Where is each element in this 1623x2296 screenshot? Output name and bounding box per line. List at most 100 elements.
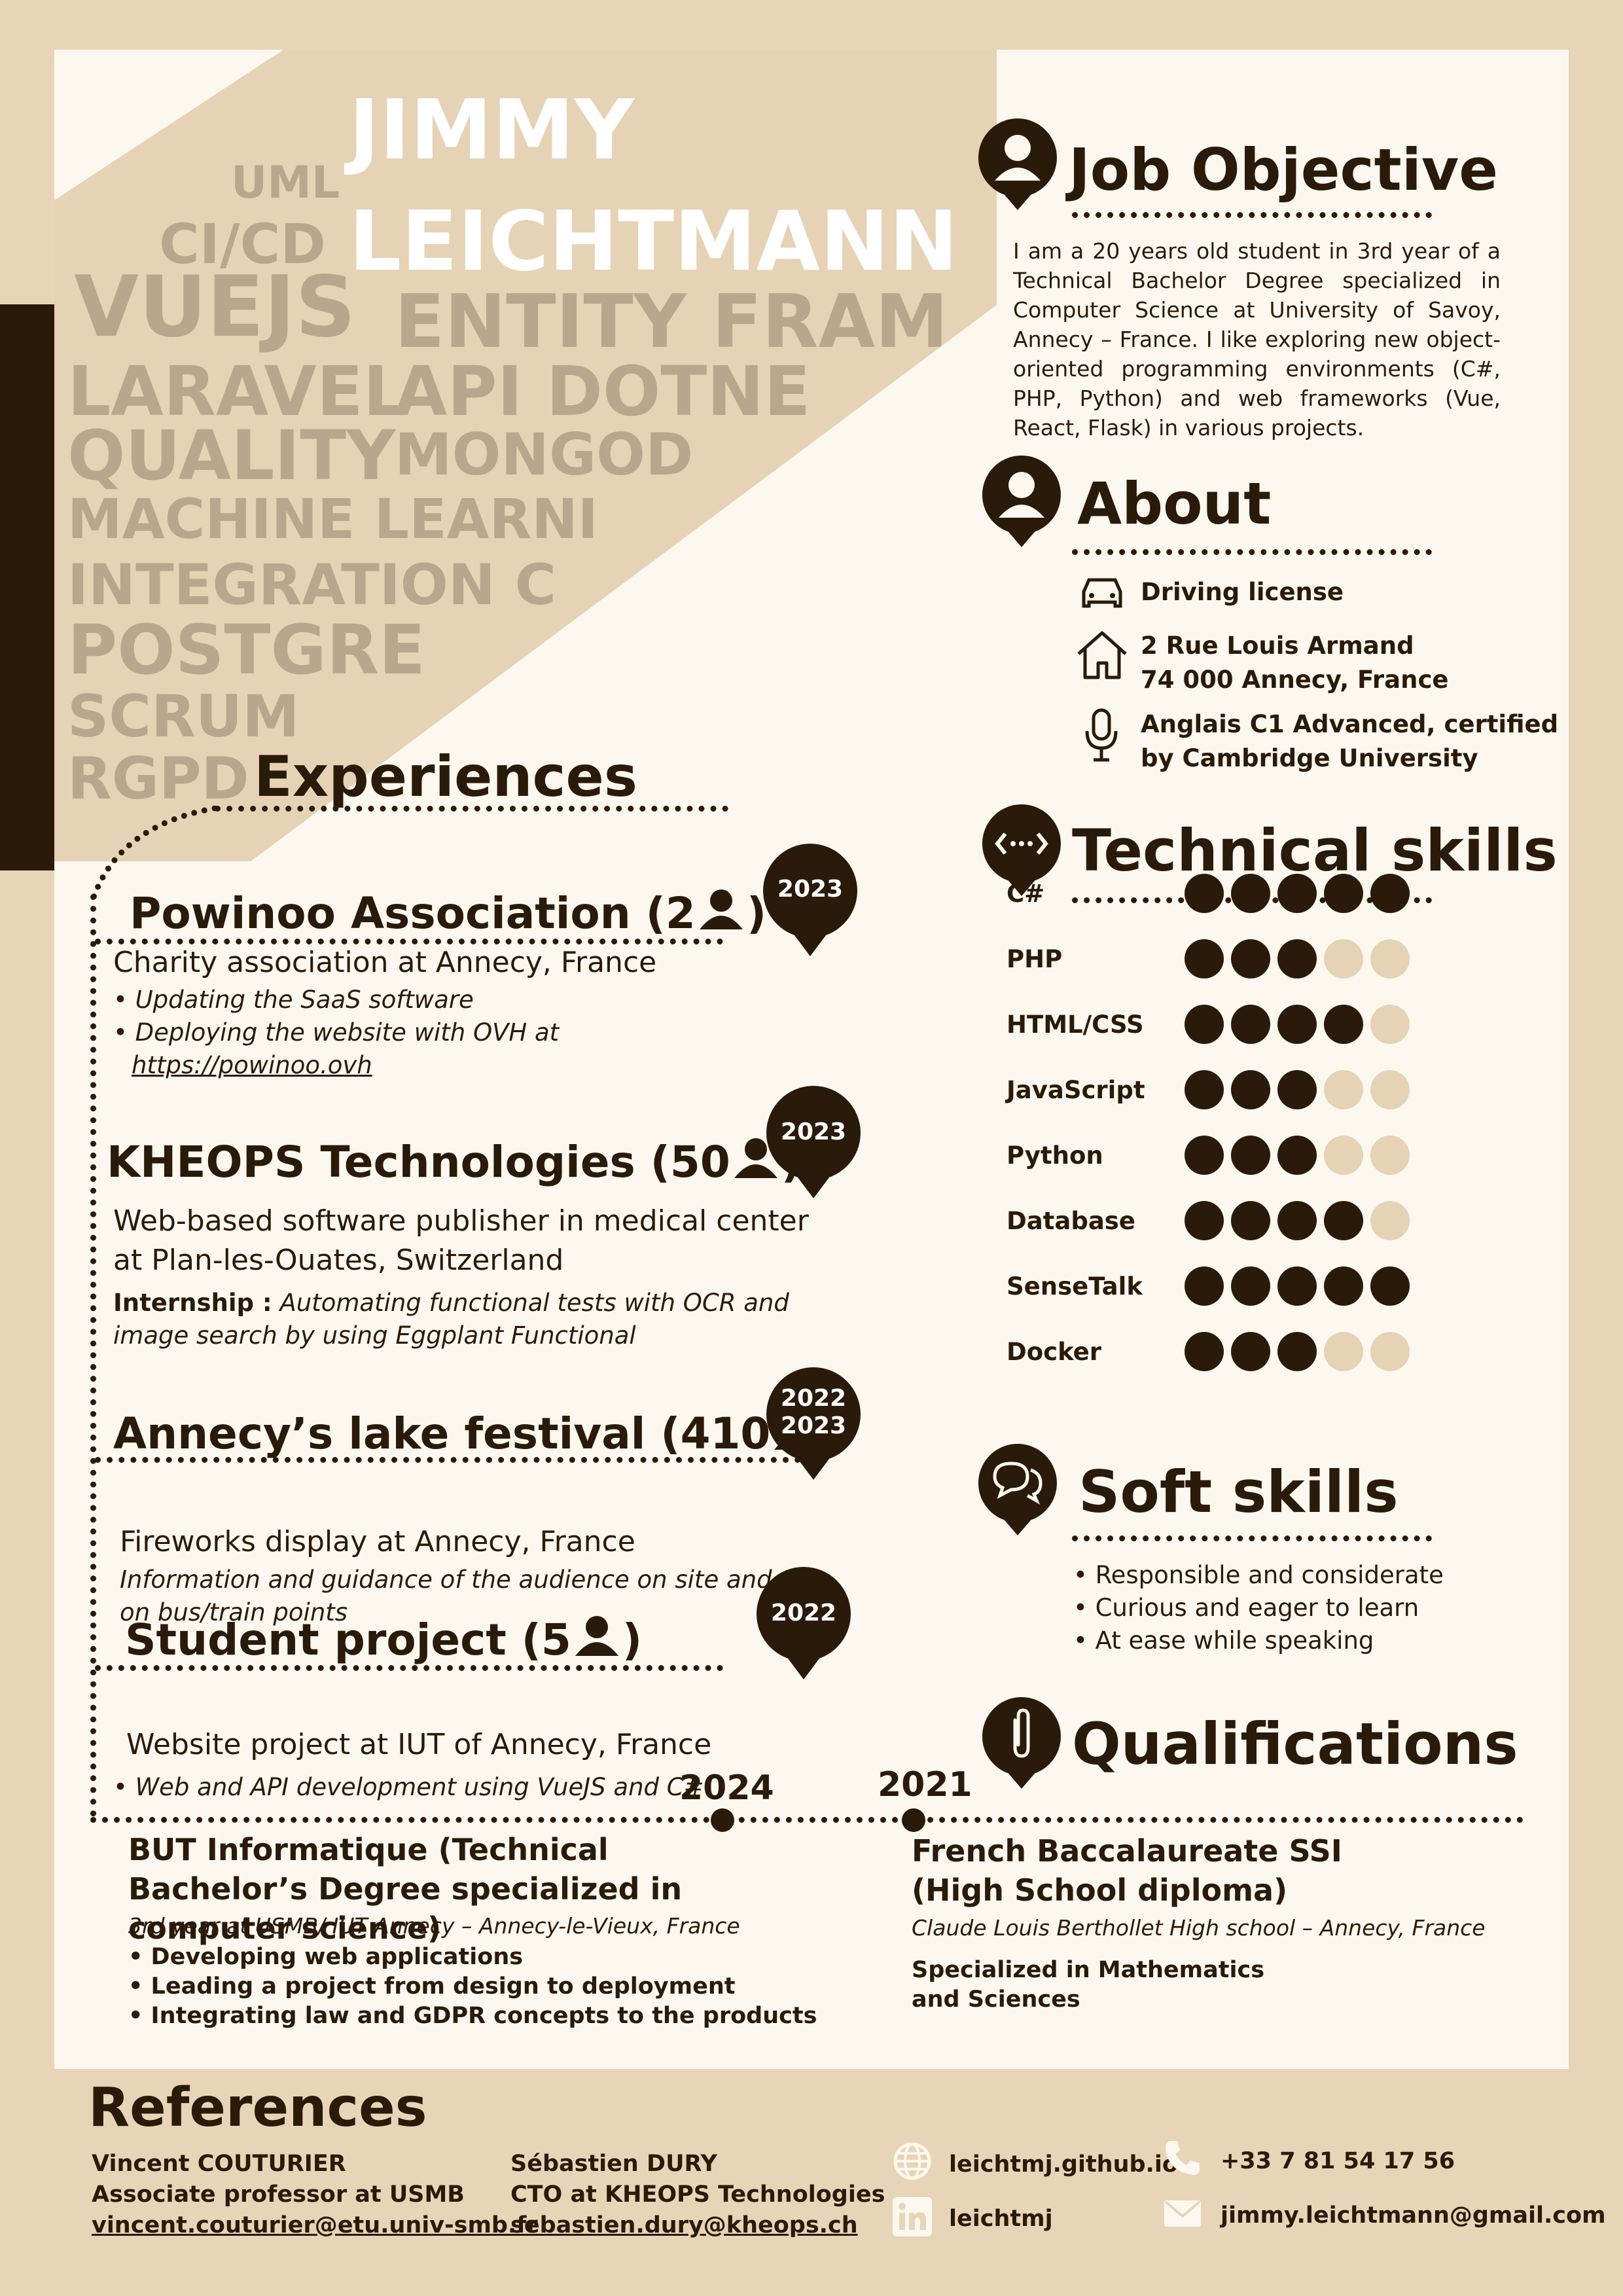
skill-level-dot	[1370, 939, 1410, 978]
experience-subtitle: Fireworks display at Annecy, France	[120, 1525, 635, 1558]
soft-skill-item: • At ease while speaking	[1073, 1626, 1374, 1655]
job-objective-text: I am a 20 years old student in 3rd year …	[1013, 238, 1501, 440]
skill-level-dot	[1185, 1005, 1224, 1044]
experience-title: Student project (5)	[125, 1615, 643, 1665]
skill-level-dot	[1370, 1070, 1410, 1109]
experience-title: Annecy’s lake festival (410)	[113, 1408, 842, 1456]
soft-skill-item: • Curious and eager to learn	[1073, 1594, 1419, 1622]
soft-skills-title: Soft skills	[1079, 1458, 1399, 1526]
timeline-dots	[215, 806, 728, 812]
experience-detail: Internship : Automating functional tests…	[113, 1289, 789, 1350]
person-icon	[699, 889, 743, 929]
paperclip-icon	[982, 1697, 1061, 1789]
reference-email[interactable]: sebastien.dury@kheops.ch	[510, 2210, 885, 2241]
reference-email[interactable]: vincent.couturier@etu.univ-smb.fr	[92, 2210, 538, 2241]
car-icon	[1082, 578, 1122, 608]
house-icon	[1077, 631, 1127, 679]
experience-subtitle: Charity association at Annecy, France	[113, 946, 657, 979]
person-icon	[978, 118, 1057, 210]
skill-level-dot	[1324, 1070, 1363, 1109]
keyword: SCRUM	[67, 683, 300, 750]
skill-level-dot	[1231, 1201, 1270, 1240]
globe-icon	[893, 2142, 931, 2180]
skill-level-dot	[1324, 1266, 1363, 1306]
speech-bubbles-icon	[978, 1444, 1057, 1535]
divider	[95, 1457, 825, 1463]
skill-level-dot	[1370, 874, 1410, 913]
reference-card: Vincent COUTURIER Associate professor at…	[92, 2149, 538, 2241]
linkedin-icon	[893, 2197, 932, 2236]
phone-icon	[1166, 2141, 1200, 2175]
skill-level-dot	[1324, 1332, 1363, 1371]
experience-detail: • Web and API development using VueJS an…	[113, 1773, 704, 1801]
skill-level-dot	[1324, 1201, 1363, 1240]
keyword: POSTGRE	[67, 610, 425, 690]
skill-label: JavaScript	[1007, 1076, 1145, 1104]
reference-role: CTO at KHEOPS Technologies	[510, 2181, 885, 2208]
skill-label: Database	[1007, 1207, 1135, 1235]
skill-level-dot	[1185, 1136, 1224, 1175]
skill-level-dot	[1185, 1201, 1224, 1240]
skill-level-dot	[1231, 1136, 1270, 1175]
phone-number[interactable]: +33 7 81 54 17 56	[1221, 2150, 1455, 2173]
timeline-point	[711, 1808, 734, 1832]
references-title: References	[88, 2077, 427, 2139]
technical-skills-title: Technical skills	[1072, 817, 1558, 884]
person-icon	[575, 1616, 618, 1656]
first-name: JIMMY	[349, 82, 634, 178]
skill-level-dot	[1277, 1266, 1317, 1306]
keyword: MACHINE LEARNI	[67, 487, 598, 551]
keyword: QUALITY	[67, 416, 396, 495]
skill-level-dot	[1231, 1005, 1270, 1044]
year-badge-label: 2023	[777, 876, 844, 903]
skill-level-dot	[1231, 1070, 1270, 1109]
year-badge-label: 2022 2023	[780, 1385, 847, 1439]
qualification-year: 2024	[679, 1768, 774, 1808]
about-title: About	[1077, 470, 1272, 537]
skill-level-dot	[1324, 874, 1363, 913]
skill-level-dot	[1231, 1266, 1270, 1306]
skill-label: C#	[1007, 880, 1045, 908]
linkedin-link[interactable]: leichtmj	[949, 2208, 1053, 2231]
qualification-note: Specialized in Mathematics and Sciences	[912, 1957, 1265, 2013]
qualifications-timeline	[90, 1817, 1524, 1823]
skill-level-dot	[1370, 1201, 1410, 1240]
skill-level-dot	[1231, 1332, 1270, 1371]
keyword: MONGOD	[395, 421, 694, 488]
divider	[1072, 549, 1432, 555]
skill-level-dot	[1185, 1266, 1224, 1306]
about-item: Driving license	[1141, 578, 1344, 606]
skill-level-dot	[1277, 874, 1317, 913]
experiences-title: Experiences	[254, 744, 638, 810]
skill-level-dot	[1185, 939, 1224, 978]
divider	[1072, 1535, 1432, 1541]
skill-level-dot	[1185, 1332, 1224, 1371]
email-link[interactable]: jimmy.leichtmann@gmail.com	[1221, 2204, 1606, 2227]
about-item: 2 Rue Louis Armand 74 000 Annecy, France	[1141, 632, 1449, 694]
skill-label: Python	[1007, 1141, 1103, 1170]
skill-label: PHP	[1007, 945, 1063, 973]
skill-level-dot	[1324, 939, 1363, 978]
skill-level-dot	[1370, 1332, 1410, 1371]
experience-subtitle: Web-based software publisher in medical …	[113, 1204, 809, 1277]
skill-level-dot	[1370, 1005, 1410, 1044]
qualification-year: 2021	[878, 1765, 972, 1804]
skill-level-dot	[1231, 874, 1270, 913]
skill-level-dot	[1185, 874, 1224, 913]
website-link[interactable]: leichtmj.github.io	[949, 2153, 1178, 2176]
powinoo-link[interactable]: https://powinoo.ovh	[113, 1049, 559, 1082]
sidebar-accent-bar	[0, 304, 54, 870]
skill-level-dot	[1277, 1201, 1317, 1240]
keyword: ENTITY FRAM	[395, 279, 948, 365]
divider	[95, 1665, 723, 1671]
keyword: VUEJS	[74, 259, 356, 356]
skill-level-dot	[1370, 1266, 1410, 1306]
skill-level-dot	[1185, 1070, 1224, 1109]
qualification-place: Claude Louis Berthollet High school – An…	[912, 1915, 1486, 1941]
divider	[1072, 212, 1432, 218]
timeline-vertical	[90, 894, 96, 1817]
year-badge-label: 2023	[780, 1119, 847, 1145]
keyword: INTEGRATION C	[67, 552, 556, 618]
experience-detail: • Updating the SaaS software • Deploying…	[113, 984, 559, 1082]
experience-title: Powinoo Association (2)	[130, 888, 766, 939]
